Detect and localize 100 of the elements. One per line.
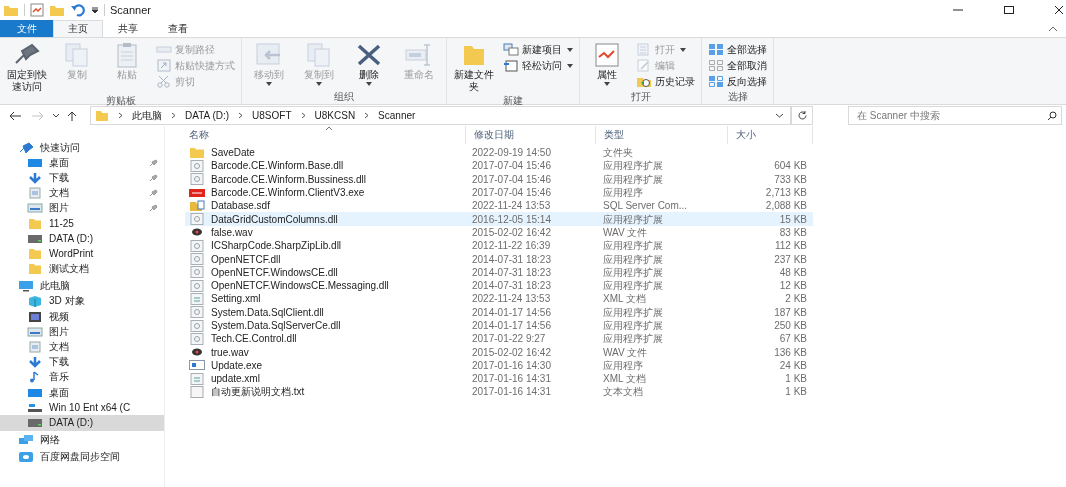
undo-icon[interactable] (70, 3, 86, 17)
dll-file-icon (189, 159, 205, 172)
nav-item[interactable]: 百度网盘同步空间 (0, 449, 164, 465)
nav-item[interactable]: 桌面 (0, 155, 164, 171)
refresh-button[interactable] (791, 106, 813, 125)
file-name: System.Data.SqlServerCe.dll (211, 319, 341, 332)
file-name: Barcode.CE.Winform.Base.dll (211, 159, 344, 173)
ribbon-button[interactable]: 轻松访问 (501, 58, 575, 73)
caret-icon (366, 82, 372, 86)
ribbon-button[interactable]: 固定到快速访问 (4, 40, 50, 94)
ribbon-tab[interactable]: 文件 (0, 20, 53, 37)
file-name: OpenNETCF.WindowsCE.dll (211, 265, 338, 279)
nav-item[interactable]: 图片 (0, 324, 164, 340)
database-file-icon (189, 199, 205, 212)
file-row[interactable]: 自动更新说明文档.txt 2017-01-16 14:31 文本文档 1 KB (185, 385, 813, 399)
pin-icon[interactable] (149, 173, 158, 182)
file-row[interactable]: System.Data.SqlServerCe.dll 2014-01-17 14:56 应用程序扩展 250 KB (185, 318, 813, 333)
file-row[interactable]: OpenNETCF.dll 2014-07-31 18:23 应用程序扩展 237 KB (185, 252, 813, 266)
file-name: OpenNETCF.dll (211, 252, 281, 266)
file-row[interactable]: Barcode.CE.Winform.ClientV3.exe 2017-07-04 15:46 应用程序 2,713 KB (185, 185, 813, 200)
nav-item[interactable]: 网络 (0, 432, 164, 448)
nav-item[interactable]: 11-25 (0, 215, 164, 232)
file-row[interactable]: Barcode.CE.Winform.Base.dll 2017-07-04 15:46 应用程序扩展 604 KB (185, 159, 813, 173)
folder-icon (27, 247, 43, 260)
ribbon-tab[interactable]: 主页 (53, 20, 103, 37)
type-cell-text: 应用程序扩展 (602, 252, 664, 266)
nav-item[interactable]: 音乐 (0, 369, 164, 385)
close-icon[interactable] (1054, 5, 1064, 15)
recent-caret-icon[interactable] (52, 113, 60, 118)
file-row[interactable]: OpenNETCF.WindowsCE.dll 2014-07-31 18:23 应用程序扩展 48 KB (185, 265, 813, 279)
nav-item[interactable]: 下载 (0, 354, 164, 370)
date-cell-text: 2016-12-05 15:14 (471, 212, 552, 226)
ribbon-button[interactable]: 反向选择 (706, 74, 769, 89)
file-row[interactable]: Tech.CE.Control.dll 2017-01-22 9:27 应用程序扩展 67 KB (185, 332, 813, 346)
file-row[interactable]: true.wav 2015-02-02 16:42 WAV 文件 136 KB (185, 345, 813, 359)
nav-item[interactable]: WordPrint (0, 246, 164, 262)
maximize-icon[interactable] (1003, 5, 1015, 15)
nav-item[interactable]: Win 10 Ent x64 (C (0, 400, 164, 416)
download-arrow-icon (27, 171, 43, 184)
nav-item[interactable]: 下载 (0, 170, 164, 186)
breadcrumb-item[interactable]: Scanner (378, 110, 416, 121)
file-row[interactable]: OpenNETCF.WindowsCE.Messaging.dll 2014-07-31 18:23 应用程序扩展 12 KB (185, 278, 813, 293)
nav-item[interactable]: 快速访问 (0, 140, 164, 156)
ribbon-tab[interactable]: 共享 (103, 20, 153, 37)
file-row[interactable]: update.xml 2017-01-16 14:31 XML 文档 1 KB (185, 372, 813, 386)
text-file-icon (189, 386, 205, 398)
file-row[interactable]: Barcode.CE.Winform.Bussiness.dll 2017-07-04 15:46 应用程序扩展 733 KB (185, 172, 813, 186)
column-header[interactable]: 大小 (727, 126, 813, 144)
ribbon-button[interactable]: 删除 (346, 40, 392, 87)
column-header[interactable]: 类型 (595, 126, 727, 144)
caret-icon[interactable] (91, 6, 99, 14)
search-field[interactable]: 在 Scanner 中搜索 (848, 106, 1062, 125)
back-arrow-icon[interactable] (8, 110, 22, 121)
pin-icon[interactable] (149, 189, 158, 198)
file-row[interactable]: Setting.xml 2022-11-24 13:53 XML 文档 2 KB (185, 292, 813, 306)
date-cell-text: 2017-01-16 14:31 (471, 372, 552, 386)
column-header[interactable]: 名称 (185, 126, 465, 144)
ribbon-button[interactable]: 全部选择 (706, 42, 769, 57)
ribbon-button[interactable]: 历史记录 (634, 74, 697, 89)
breadcrumb-item[interactable]: U8KCSN (314, 110, 356, 121)
pin-icon[interactable] (149, 204, 158, 213)
history-caret-icon[interactable] (775, 113, 784, 118)
ribbon-button[interactable]: 全部取消 (706, 58, 769, 73)
breadcrumb-item[interactable]: 此电脑 (132, 108, 162, 123)
nav-item[interactable]: 桌面 (0, 385, 164, 401)
chevron-icon (171, 112, 176, 119)
pin-icon[interactable] (149, 158, 158, 167)
nav-item[interactable]: 此电脑 (0, 278, 164, 294)
nav-item[interactable]: 视频 (0, 309, 164, 325)
ribbon-tab[interactable]: 查看 (153, 20, 203, 37)
properties-icon[interactable] (30, 3, 44, 17)
ribbon-button[interactable]: 新建项目 (501, 42, 575, 57)
file-row[interactable]: SaveDate 2022-09-19 14:50 文件夹 (185, 146, 813, 160)
file-row[interactable]: System.Data.SqlClient.dll 2014-01-17 14:56 应用程序扩展 187 KB (185, 305, 813, 319)
ribbon-button[interactable]: 属性 (584, 40, 630, 87)
file-row[interactable]: Database.sdf 2022-11-24 13:53 SQL Server Com... 2,088 KB (185, 199, 813, 213)
address-bar[interactable]: 此电脑 DATA (D:) U8SOFT U8KCSN Scanner (90, 106, 791, 125)
nav-item[interactable]: DATA (D:) (0, 231, 164, 247)
ribbon-button[interactable]: 新建文件夹 (451, 40, 497, 94)
type-cell-text: WAV 文件 (602, 225, 649, 239)
up-arrow-icon[interactable] (67, 109, 77, 122)
nav-item[interactable]: 图片 (0, 200, 164, 216)
type-cell-text: 应用程序扩展 (602, 212, 664, 226)
size-cell: 1 KB (785, 373, 807, 385)
column-header[interactable]: 修改日期 (465, 126, 595, 144)
nav-item[interactable]: DATA (D:) (0, 415, 164, 431)
nav-item[interactable]: 3D 对象 (0, 293, 164, 310)
nav-item[interactable]: 文档 (0, 339, 164, 355)
nav-item[interactable]: 文档 (0, 185, 164, 201)
breadcrumb-item[interactable]: DATA (D:) (185, 110, 230, 121)
file-row[interactable]: DataGridCustomColumns.dll 2016-12-05 15:14 应用程序扩展 15 KB (185, 212, 813, 226)
nav-item[interactable]: 测试文档 (0, 261, 164, 277)
file-row[interactable]: ICSharpCode.SharpZipLib.dll 2012-11-22 16:39 应用程序扩展 112 KB (185, 239, 813, 253)
dll-file-icon (189, 319, 205, 332)
size-cell: 83 KB (779, 226, 807, 238)
breadcrumb-item[interactable]: U8SOFT (252, 110, 292, 121)
dll-file-icon (189, 266, 205, 279)
file-row[interactable]: Update.exe 2017-01-16 14:30 应用程序 24 KB (185, 358, 813, 373)
collapse-ribbon-icon[interactable] (1048, 25, 1058, 32)
file-row[interactable]: false.wav 2015-02-02 16:42 WAV 文件 83 KB (185, 225, 813, 240)
